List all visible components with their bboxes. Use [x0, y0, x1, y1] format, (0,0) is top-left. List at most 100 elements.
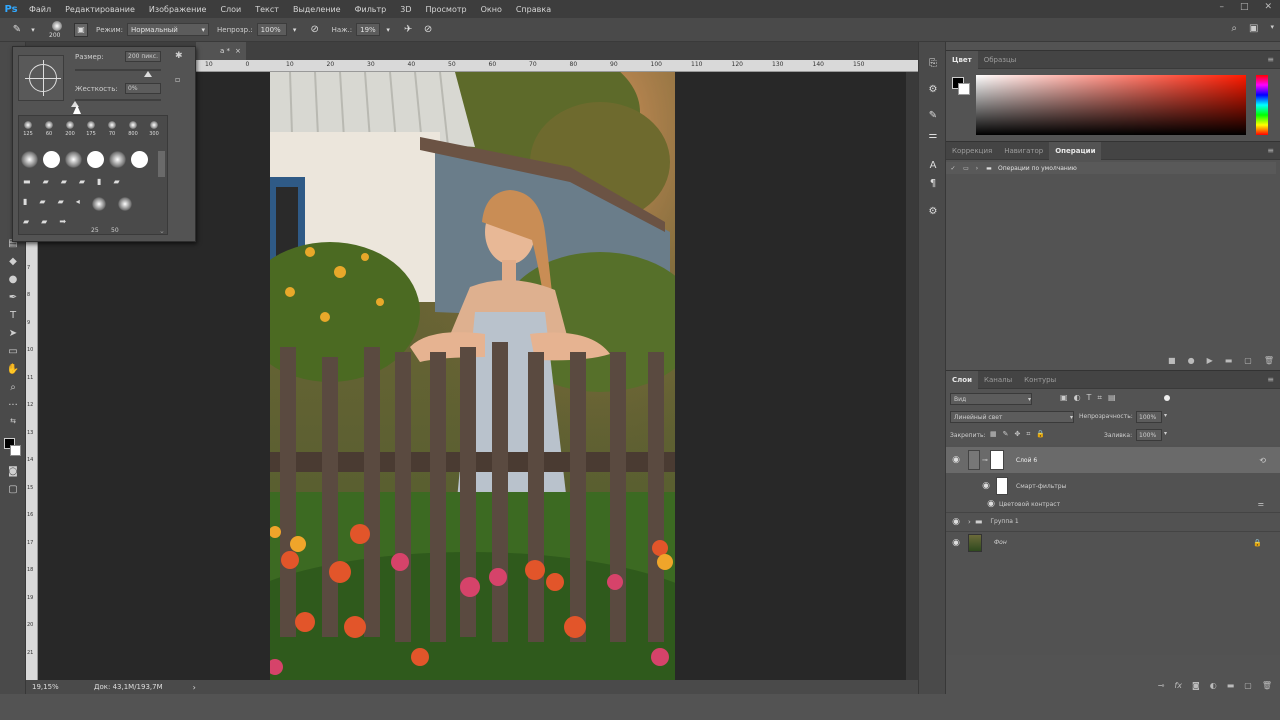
brush-preset-cell[interactable]: 200	[63, 121, 77, 137]
chevron-right-icon[interactable]: ›	[972, 165, 982, 172]
brush-preset-soft[interactable]	[65, 151, 82, 168]
document-tab[interactable]: а * ×	[196, 42, 246, 60]
brush-preset-special[interactable]: ▰	[79, 177, 85, 186]
tool-presets-icon[interactable]: ⚙	[926, 204, 940, 218]
background-color-swatch[interactable]	[10, 445, 21, 456]
smart-filters-row[interactable]: ◉ Смарт-фильтры	[946, 475, 1280, 497]
blend-mode-select[interactable]: Линейный свет ▾	[950, 411, 1074, 423]
brush-preset-special[interactable]: ➡	[59, 217, 66, 226]
tab-swatches[interactable]: Образцы	[978, 51, 1023, 69]
chevron-down-icon[interactable]: ▾	[26, 23, 40, 37]
filter-options-icon[interactable]: ⚌	[1258, 500, 1264, 508]
trash-icon[interactable]: 🗑	[1264, 356, 1274, 365]
layer-mask-thumbnail[interactable]	[989, 450, 1004, 470]
character-icon[interactable]: A	[926, 158, 940, 172]
chevron-right-icon[interactable]: ›	[968, 518, 971, 526]
brush-preset-special[interactable]: ◂	[76, 197, 80, 211]
popup-resize-handle[interactable]: ⌄	[159, 227, 165, 235]
lock-position-icon[interactable]: ✥	[1015, 430, 1021, 439]
brush-panel-toggle-icon[interactable]: ▣	[74, 22, 88, 37]
default-colors-icon[interactable]: ⇆	[5, 414, 21, 428]
brush-angle-preview[interactable]	[18, 55, 64, 101]
chevron-down-icon[interactable]: ▾	[1270, 23, 1274, 34]
stop-icon[interactable]: ■	[1168, 356, 1176, 365]
menu-filter[interactable]: Фильтр	[348, 5, 394, 14]
filter-pixel-icon[interactable]: ▣	[1060, 393, 1068, 403]
brush-preset-hard[interactable]	[131, 151, 148, 168]
chevron-down-icon[interactable]: ▾	[381, 23, 395, 37]
panel-menu-icon[interactable]: ≡	[1267, 375, 1274, 384]
menu-edit[interactable]: Редактирование	[58, 5, 142, 14]
tab-channels[interactable]: Каналы	[978, 371, 1018, 389]
menu-file[interactable]: Файл	[22, 5, 58, 14]
background-layer-name[interactable]: Фон	[994, 539, 1007, 546]
flow-input[interactable]: 19%	[356, 23, 381, 36]
panel-menu-icon[interactable]: ≡	[1267, 55, 1274, 64]
brush-preset-special[interactable]: ▬	[23, 177, 31, 186]
menu-3d[interactable]: 3D	[393, 5, 418, 14]
filter-row[interactable]: ◉ Цветовой контраст ⚌	[946, 498, 1280, 510]
zoom-tool-icon[interactable]: ⌕	[5, 380, 21, 394]
rectangle-tool-icon[interactable]: ▭	[5, 344, 21, 358]
group-name[interactable]: Группа 1	[990, 518, 1018, 525]
brush-settings-icon[interactable]: ✎	[926, 108, 940, 122]
new-set-icon[interactable]: ▬	[1225, 356, 1233, 365]
history-icon[interactable]: ⎘	[926, 56, 940, 70]
paragraph-icon[interactable]: ¶	[926, 176, 940, 190]
dodge-tool-icon[interactable]: ●	[5, 272, 21, 286]
layer-opacity-input[interactable]: 100%	[1136, 411, 1162, 423]
document-image[interactable]	[270, 72, 675, 680]
brush-preset-cell[interactable]: 175	[84, 121, 98, 137]
tab-actions[interactable]: Операции	[1049, 141, 1102, 160]
tab-color[interactable]: Цвет	[946, 50, 978, 69]
filter-smart-icon[interactable]: ▤	[1108, 393, 1116, 403]
path-selection-tool-icon[interactable]: ➤	[5, 326, 21, 340]
add-mask-icon[interactable]: ◙	[1192, 681, 1200, 690]
action-set-row[interactable]: ✓ ▭ › ▬ Операции по умолчанию	[946, 162, 1276, 174]
minimize-button[interactable]: –	[1219, 2, 1224, 12]
brush-preset-special[interactable]: ▰	[39, 197, 45, 211]
pressure-size-icon[interactable]: ⊘	[421, 23, 435, 37]
layer-row[interactable]: ◉ › ▬ Группа 1	[946, 512, 1280, 530]
tab-navigator[interactable]: Навигатор	[998, 142, 1049, 160]
airbrush-icon[interactable]: ✈	[401, 23, 415, 37]
more-tools-icon[interactable]: ···	[5, 398, 21, 412]
eye-icon[interactable]: ◉	[946, 455, 966, 465]
check-icon[interactable]: ✓	[946, 165, 960, 172]
brush-preset-special[interactable]: ▰	[41, 217, 47, 226]
workspace-icon[interactable]: ▣	[1249, 23, 1258, 34]
chevron-down-icon[interactable]: ▾	[1164, 412, 1167, 419]
tab-adjustments[interactable]: Коррекция	[946, 142, 998, 160]
filter-toggle[interactable]	[1164, 395, 1170, 401]
hand-tool-icon[interactable]: ✋	[5, 362, 21, 376]
close-button[interactable]: ✕	[1264, 2, 1272, 12]
brush-hardness-input[interactable]: 0%	[125, 83, 161, 94]
vertical-scrollbar[interactable]	[906, 72, 918, 680]
brush-preset-cell[interactable]: 70	[105, 121, 119, 137]
lock-pixels-icon[interactable]: ✎	[1003, 430, 1009, 439]
zoom-level[interactable]: 19,15%	[32, 683, 72, 691]
menu-image[interactable]: Изображение	[142, 5, 214, 14]
adjustment-layer-icon[interactable]: ◐	[1210, 681, 1217, 690]
layer-name[interactable]: Слой 6	[1016, 457, 1037, 464]
adjustments-icon[interactable]: ⚌	[926, 128, 940, 142]
filter-type-icon[interactable]: T	[1087, 393, 1092, 403]
brush-preset-special[interactable]: ▮	[23, 197, 27, 211]
menu-view[interactable]: Просмотр	[419, 5, 474, 14]
chevron-down-icon[interactable]: ▾	[1164, 430, 1167, 437]
play-icon[interactable]: ▶	[1207, 356, 1213, 365]
properties-icon[interactable]: ⚙	[926, 82, 940, 96]
brush-preset-soft[interactable]	[21, 151, 38, 168]
menu-help[interactable]: Справка	[509, 5, 558, 14]
brush-preset-cell[interactable]: 60	[42, 121, 56, 137]
eye-icon[interactable]: ◉	[946, 538, 966, 548]
brush-size-input[interactable]: 200 пикс.	[125, 51, 161, 62]
bg-color-chip[interactable]	[958, 83, 970, 95]
brush-preset-soft[interactable]	[117, 197, 132, 211]
screen-mode-icon[interactable]: ▢	[5, 482, 21, 496]
menu-type[interactable]: Текст	[248, 5, 286, 14]
brush-preset-special[interactable]: ▰	[43, 177, 49, 186]
brush-tool-icon[interactable]: ✎	[10, 23, 24, 37]
preset-scrollbar[interactable]	[158, 151, 165, 177]
menu-window[interactable]: Окно	[474, 5, 509, 14]
